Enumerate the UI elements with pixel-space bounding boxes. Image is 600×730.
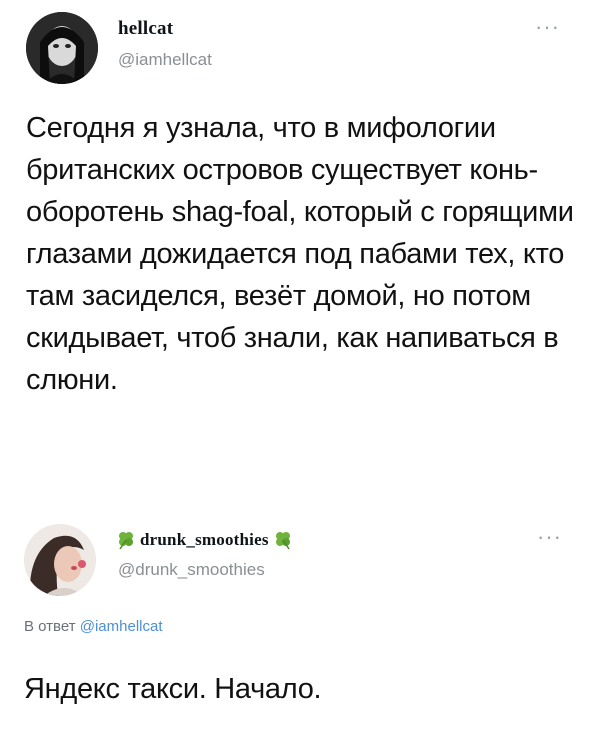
reply-context: В ответ @iamhellcat [24, 618, 163, 635]
more-options-icon[interactable]: ··· [537, 526, 562, 548]
display-name-row[interactable]: drunk_smoothies [115, 530, 294, 550]
avatar[interactable] [24, 524, 96, 596]
user-handle[interactable]: @iamhellcat [118, 50, 212, 70]
display-name[interactable]: drunk_smoothies [140, 530, 269, 550]
tweet-text: Сегодня я узнала, что в мифологии британ… [26, 112, 574, 396]
tweet-1: hellcat @iamhellcat ··· Сегодня я узнала… [0, 0, 600, 510]
avatar[interactable] [26, 12, 98, 84]
reply-mention-link[interactable]: @iamhellcat [80, 618, 163, 635]
avatar-photo-icon [24, 524, 96, 596]
avatar-photo-icon [26, 12, 98, 84]
more-options-icon[interactable]: ··· [535, 16, 560, 38]
clover-icon [272, 530, 294, 550]
clover-icon [115, 530, 137, 550]
display-name[interactable]: hellcat [118, 18, 173, 40]
reply-prefix: В ответ [24, 618, 76, 635]
tweet-2: drunk_smoothies @drunk_smoothies ··· В о… [0, 510, 600, 730]
user-handle[interactable]: @drunk_smoothies [118, 560, 265, 580]
tweet-text: Яндекс такси. Начало. [24, 673, 322, 705]
